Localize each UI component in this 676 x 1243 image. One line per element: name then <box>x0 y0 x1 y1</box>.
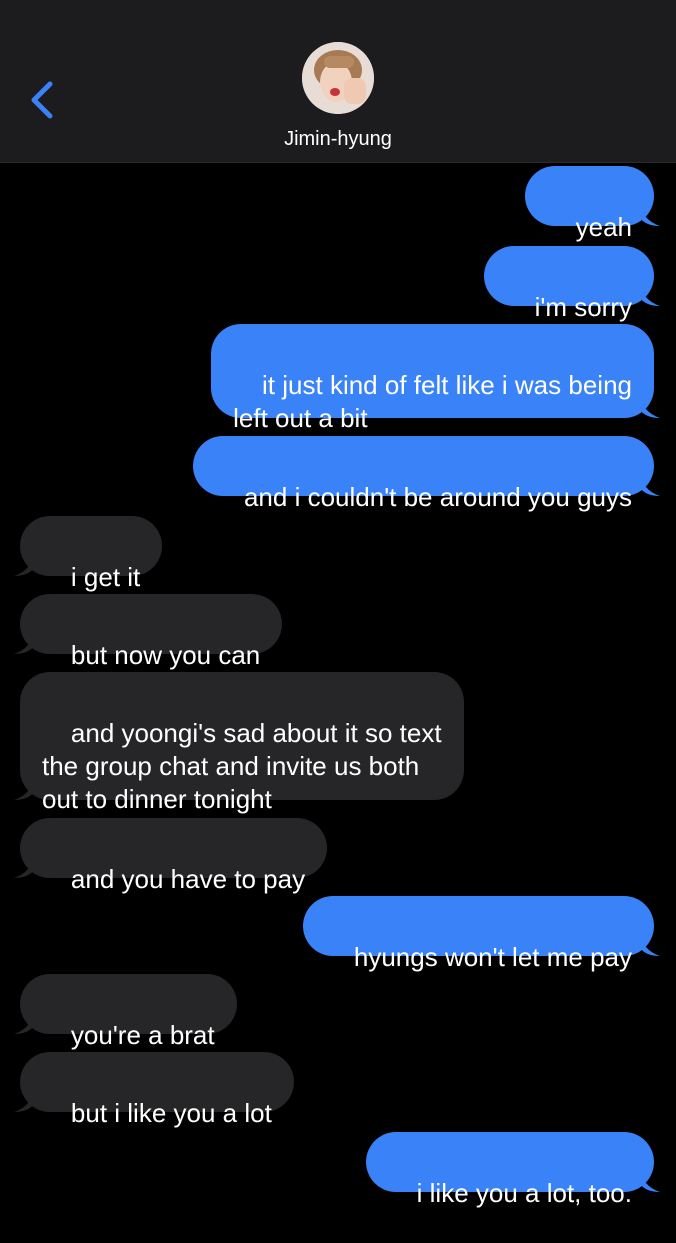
avatar-photo <box>302 42 374 114</box>
bubble-tail <box>14 630 34 654</box>
message-text: i'm sorry <box>534 292 632 322</box>
message-text: i like you a lot, too. <box>416 1178 632 1208</box>
bubble-tail <box>14 552 34 576</box>
bubble-tail <box>640 1168 660 1192</box>
bubble-tail <box>640 394 660 418</box>
message-bubble-received[interactable]: you're a brat <box>20 974 237 1050</box>
message-bubble-received[interactable]: and you have to pay <box>20 818 328 894</box>
bubble-tail <box>14 854 34 878</box>
bubble-tail <box>640 472 660 496</box>
message-bubble-received[interactable]: but i like you a lot <box>20 1052 294 1128</box>
bubble-tail <box>14 776 34 800</box>
bubble-tail <box>640 282 660 306</box>
conversation-header: Jimin-hyung <box>0 0 676 163</box>
bubble-tail <box>14 1010 34 1034</box>
message-bubble-received[interactable]: but now you can <box>20 594 283 670</box>
bubble-tail <box>640 932 660 956</box>
message-bubble-sent[interactable]: and i couldn't be around you guys <box>193 436 654 512</box>
message-text: and i couldn't be around you guys <box>243 482 632 512</box>
message-text: but i like you a lot <box>70 1098 272 1128</box>
message-text: yeah <box>575 212 632 242</box>
message-bubble-received[interactable]: i get it <box>20 516 163 592</box>
contact-name[interactable]: Jimin-hyung <box>0 128 676 151</box>
message-text: i get it <box>70 562 141 592</box>
message-bubble-sent[interactable]: hyungs won't let me pay <box>302 896 654 972</box>
message-text: and you have to pay <box>70 864 306 894</box>
message-bubble-sent[interactable]: i like you a lot, too. <box>365 1132 654 1208</box>
message-bubble-sent[interactable]: it just kind of felt like i was being le… <box>211 324 654 433</box>
message-bubble-received[interactable]: and yoongi's sad about it so text the gr… <box>20 672 464 814</box>
message-text: but now you can <box>70 640 261 670</box>
message-text: you're a brat <box>70 1020 215 1050</box>
message-text: hyungs won't let me pay <box>353 942 632 972</box>
message-bubble-sent[interactable]: i'm sorry <box>483 246 654 322</box>
message-text: and yoongi's sad about it so text the gr… <box>42 718 442 814</box>
message-bubble-sent[interactable]: yeah <box>524 166 654 242</box>
bubble-tail <box>640 202 660 226</box>
message-text: it just kind of felt like i was being le… <box>233 370 632 433</box>
avatar[interactable] <box>302 42 374 114</box>
bubble-tail <box>14 1088 34 1112</box>
chevron-left-icon[interactable] <box>22 78 66 122</box>
message-thread[interactable]: yeah i'm sorry it just kind of felt like… <box>0 0 676 1208</box>
